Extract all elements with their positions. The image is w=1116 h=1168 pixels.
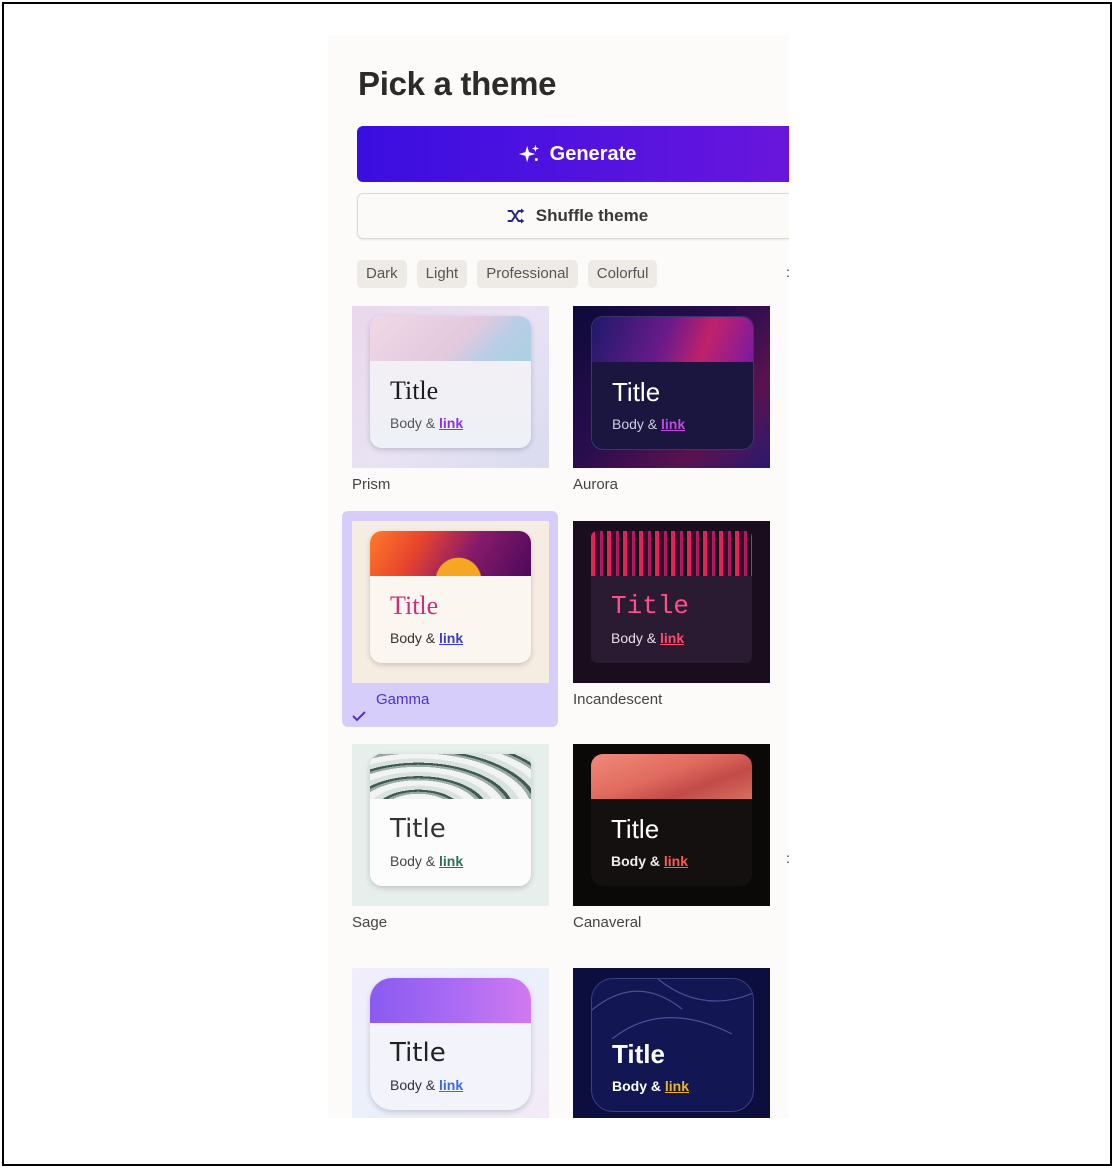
theme-preview: Title Body & link	[591, 531, 752, 663]
filter-chip-professional[interactable]: Professional	[477, 260, 578, 288]
preview-title: Title	[390, 814, 446, 844]
theme-name: Aurora	[573, 476, 619, 493]
preview-title: Title	[390, 1038, 446, 1068]
theme-thumbnail: Title Body & link	[352, 521, 549, 683]
theme-thumbnail: Title Body & link	[573, 521, 770, 683]
theme-preview: Title Body & link	[370, 978, 531, 1110]
generate-button-label: Generate	[549, 142, 637, 165]
theme-name: Incandescent	[573, 691, 663, 708]
shuffle-theme-button[interactable]: Shuffle theme	[357, 193, 789, 239]
row-overflow-mark: :	[786, 850, 789, 866]
preview-body: Body & link	[390, 630, 464, 646]
preview-title: Title	[611, 814, 660, 844]
preview-body: Body & link	[612, 1078, 690, 1094]
preview-body: Body & link	[390, 1077, 464, 1093]
preview-body: Body & link	[612, 416, 686, 432]
theme-thumbnail: Title Body & link	[352, 306, 549, 468]
generate-button[interactable]: Generate	[357, 126, 789, 182]
theme-thumbnail: Title Body & link	[352, 744, 549, 906]
theme-picker-panel: Pick a theme Generate Shuffle theme Dark…	[328, 35, 789, 1118]
preview-body: Body & link	[611, 630, 685, 646]
filter-chip-light[interactable]: Light	[416, 260, 468, 288]
theme-name: Canaveral	[573, 914, 642, 931]
preview-title: Title	[611, 591, 690, 621]
theme-preview: Title Body & link	[591, 978, 754, 1112]
theme-preview: Title Body & link	[591, 316, 754, 450]
preview-body: Body & link	[390, 853, 464, 869]
theme-preview: Title Body & link	[370, 754, 531, 886]
theme-preview: Title Body & link	[370, 316, 531, 448]
filter-chip-dark[interactable]: Dark	[357, 260, 407, 288]
theme-thumbnail: Title Body & link	[573, 744, 770, 906]
theme-name: Gamma	[376, 691, 430, 708]
sparkle-icon	[518, 144, 539, 163]
filter-chips: Dark Light Professional Colorful	[357, 260, 658, 288]
shuffle-icon	[507, 208, 525, 224]
filter-chip-colorful[interactable]: Colorful	[587, 260, 658, 288]
chip-overflow-mark: :	[786, 264, 789, 280]
theme-preview: Title Body & link	[591, 754, 752, 886]
theme-preview: Title Body & link	[370, 531, 531, 663]
preview-body: Body & link	[611, 853, 689, 869]
theme-name: Prism	[352, 476, 391, 493]
theme-thumbnail: Title Body & link	[573, 968, 770, 1118]
preview-body: Body & link	[390, 415, 464, 431]
preview-title: Title	[612, 1039, 665, 1069]
preview-title: Title	[612, 377, 661, 407]
check-icon	[352, 711, 366, 722]
panel-heading: Pick a theme	[358, 65, 557, 102]
preview-title: Title	[390, 376, 439, 405]
screenshot-frame: Pick a theme Generate Shuffle theme Dark…	[2, 2, 1112, 1166]
theme-thumbnail: Title Body & link	[352, 968, 549, 1118]
preview-title: Title	[390, 591, 439, 620]
theme-name: Sage	[352, 914, 388, 931]
arc-pattern	[592, 979, 753, 1039]
shuffle-button-label: Shuffle theme	[535, 206, 649, 225]
theme-thumbnail: Title Body & link	[573, 306, 770, 468]
